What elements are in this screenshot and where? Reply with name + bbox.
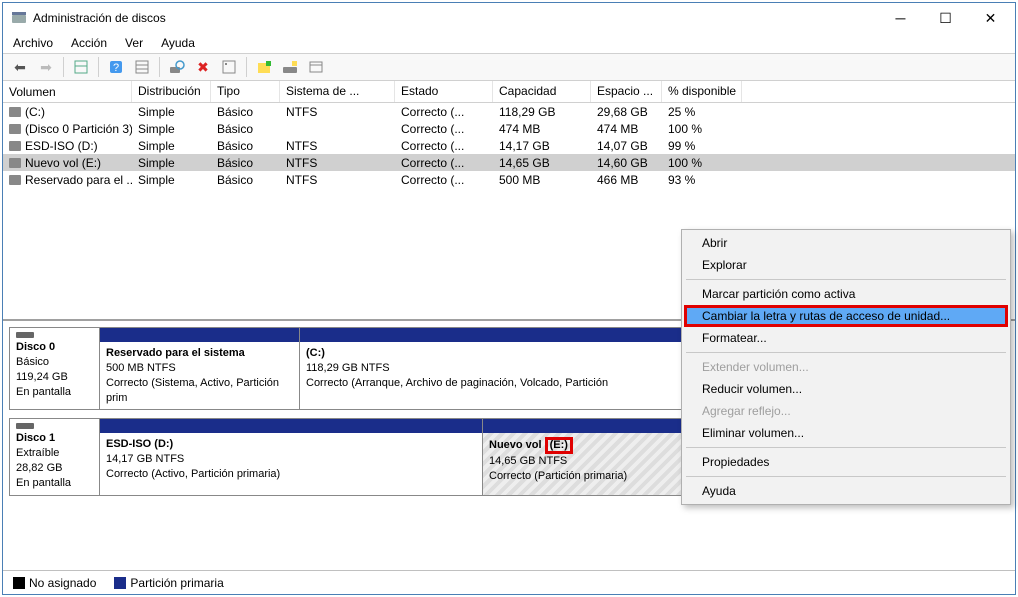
disk-icon xyxy=(16,423,34,429)
ctx-help[interactable]: Ayuda xyxy=(684,480,1008,502)
col-volume[interactable]: Volumen xyxy=(3,81,132,102)
ctx-mirror: Agregar reflejo... xyxy=(684,400,1008,422)
col-type[interactable]: Tipo xyxy=(211,81,280,102)
col-free[interactable]: Espacio ... xyxy=(591,81,662,102)
col-status[interactable]: Estado xyxy=(395,81,493,102)
titlebar[interactable]: Administración de discos ─ ☐ ✕ xyxy=(3,3,1015,33)
ctx-change-letter[interactable]: Cambiar la letra y rutas de acceso de un… xyxy=(684,305,1008,327)
volume-row[interactable]: Nuevo vol (E:)SimpleBásicoNTFSCorrecto (… xyxy=(3,154,1015,171)
menu-file[interactable]: Archivo xyxy=(11,34,55,52)
menubar: Archivo Acción Ver Ayuda xyxy=(3,33,1015,53)
context-menu: Abrir Explorar Marcar partición como act… xyxy=(681,229,1011,505)
volume-icon xyxy=(9,107,21,117)
partition[interactable]: ESD-ISO (D:)14,17 GB NTFSCorrecto (Activ… xyxy=(100,419,483,494)
col-fs[interactable]: Sistema de ... xyxy=(280,81,395,102)
help-button[interactable]: ? xyxy=(105,56,127,78)
ctx-shrink[interactable]: Reducir volumen... xyxy=(684,378,1008,400)
action-3-button[interactable] xyxy=(305,56,327,78)
ctx-mark-active[interactable]: Marcar partición como activa xyxy=(684,283,1008,305)
view-button[interactable] xyxy=(70,56,92,78)
window-title: Administración de discos xyxy=(33,11,878,25)
volume-row[interactable]: Reservado para el ...SimpleBásicoNTFSCor… xyxy=(3,171,1015,188)
action-2-button[interactable] xyxy=(279,56,301,78)
menu-view[interactable]: Ver xyxy=(123,34,145,52)
delete-button[interactable]: ✖ xyxy=(192,56,214,78)
volume-row[interactable]: (C:)SimpleBásicoNTFSCorrecto (...118,29 … xyxy=(3,103,1015,120)
menu-action[interactable]: Acción xyxy=(69,34,109,52)
ctx-format[interactable]: Formatear... xyxy=(684,327,1008,349)
minimize-button[interactable]: ─ xyxy=(878,4,923,32)
back-button[interactable]: ⬅ xyxy=(9,56,31,78)
legend-unassigned: No asignado xyxy=(29,576,96,590)
legend-primary: Partición primaria xyxy=(130,576,223,590)
volume-icon xyxy=(9,141,21,151)
close-button[interactable]: ✕ xyxy=(968,4,1013,32)
action-1-button[interactable] xyxy=(253,56,275,78)
ctx-open[interactable]: Abrir xyxy=(684,232,1008,254)
ctx-delete[interactable]: Eliminar volumen... xyxy=(684,422,1008,444)
legend: No asignado Partición primaria xyxy=(3,570,1015,594)
properties-button[interactable] xyxy=(218,56,240,78)
list-header[interactable]: Volumen Distribución Tipo Sistema de ...… xyxy=(3,81,1015,103)
svg-text:?: ? xyxy=(113,62,119,74)
col-layout[interactable]: Distribución xyxy=(132,81,211,102)
forward-button[interactable]: ➡ xyxy=(35,56,57,78)
volume-icon xyxy=(9,158,21,168)
highlight-drive-letter: (E:) xyxy=(545,437,573,454)
ctx-explore[interactable]: Explorar xyxy=(684,254,1008,276)
volume-icon xyxy=(9,175,21,185)
ctx-extend: Extender volumen... xyxy=(684,356,1008,378)
app-icon xyxy=(11,10,27,26)
disk-label[interactable]: Disco 1Extraíble28,82 GBEn pantalla xyxy=(10,419,100,494)
list-view-button[interactable] xyxy=(131,56,153,78)
partition[interactable]: Reservado para el sistema500 MB NTFSCorr… xyxy=(100,328,300,409)
col-pct[interactable]: % disponible xyxy=(662,81,742,102)
volume-icon xyxy=(9,124,21,134)
refresh-button[interactable] xyxy=(166,56,188,78)
maximize-button[interactable]: ☐ xyxy=(923,4,968,32)
disk-label[interactable]: Disco 0Básico119,24 GBEn pantalla xyxy=(10,328,100,409)
disk-icon xyxy=(16,332,34,338)
toolbar: ⬅ ➡ ? ✖ xyxy=(3,53,1015,81)
volume-row[interactable]: (Disco 0 Partición 3)SimpleBásicoCorrect… xyxy=(3,120,1015,137)
ctx-properties[interactable]: Propiedades xyxy=(684,451,1008,473)
menu-help[interactable]: Ayuda xyxy=(159,34,197,52)
col-capacity[interactable]: Capacidad xyxy=(493,81,591,102)
volume-row[interactable]: ESD-ISO (D:)SimpleBásicoNTFSCorrecto (..… xyxy=(3,137,1015,154)
